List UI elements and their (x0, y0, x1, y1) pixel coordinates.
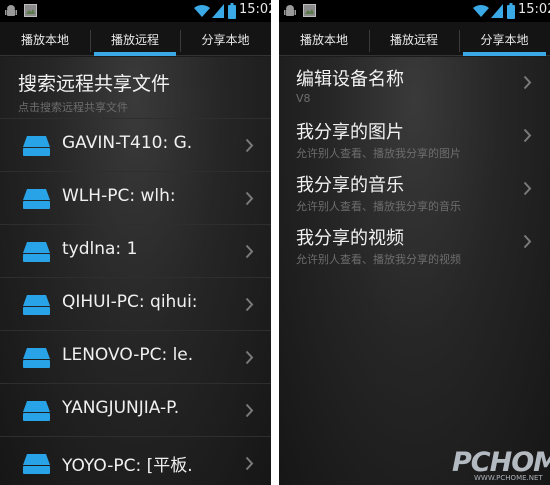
drive-icon (23, 454, 50, 474)
setting-subtitle: 允许别人查看、播放我分享的音乐 (296, 200, 461, 213)
device-label: tydlna: 1 (62, 239, 138, 259)
battery-icon (228, 3, 236, 19)
phone-screen-remote: 15:02 播放本地 播放远程 分享本地 搜索远程共享文件 点击搜索远程共享文件… (0, 0, 271, 485)
setting-title: 我分享的音乐 (296, 175, 404, 196)
drive-icon (23, 348, 50, 368)
device-row[interactable]: WLH-PC: wlh: (0, 173, 271, 225)
tab-share-local[interactable]: 分享本地 (180, 22, 271, 56)
phone-screen-share: 15:02 播放本地 播放远程 分享本地 编辑设备名称 V8 我分享的图片 允许… (279, 0, 550, 485)
device-row[interactable]: tydlna: 1 (0, 226, 271, 278)
chevron-right-icon (523, 181, 532, 196)
drive-icon (23, 136, 50, 156)
tab-bar: 播放本地 播放远程 分享本地 (279, 22, 550, 56)
active-tab-indicator (463, 52, 546, 56)
edit-device-name-row[interactable]: 编辑设备名称 V8 (279, 57, 550, 109)
status-bar: 15:02 (0, 0, 271, 22)
image-notification-icon (24, 4, 37, 17)
chevron-right-icon (245, 403, 254, 418)
shared-pictures-row[interactable]: 我分享的图片 允许别人查看、播放我分享的图片 (279, 110, 550, 162)
device-label: QIHUI-PC: qihui: (62, 292, 198, 312)
device-row[interactable]: YOYO-PC: [平板. (0, 438, 271, 485)
device-label: YANGJUNJIA-P. (62, 398, 180, 418)
status-bar: 15:02 (279, 0, 550, 22)
device-label: LENOVO-PC: le. (62, 345, 194, 365)
device-label: YOYO-PC: [平板. (62, 456, 193, 476)
tab-bar: 播放本地 播放远程 分享本地 (0, 22, 271, 56)
wifi-icon (473, 4, 489, 18)
shared-video-row[interactable]: 我分享的视频 允许别人查看、播放我分享的视频 (279, 216, 550, 268)
signal-icon (212, 4, 224, 18)
drive-icon (23, 189, 50, 209)
device-row[interactable]: YANGJUNJIA-P. (0, 385, 271, 437)
device-list: 搜索远程共享文件 点击搜索远程共享文件 GAVIN-T410: G. WLH-P… (0, 57, 271, 485)
setting-title: 我分享的图片 (296, 122, 404, 143)
device-row[interactable]: GAVIN-T410: G. (0, 120, 271, 172)
battery-icon (507, 3, 515, 19)
page-subtitle: 点击搜索远程共享文件 (18, 101, 128, 114)
chevron-right-icon (523, 75, 532, 90)
device-label: WLH-PC: wlh: (62, 186, 176, 206)
setting-subtitle: V8 (296, 92, 311, 105)
tab-play-remote[interactable]: 播放远程 (90, 22, 180, 56)
setting-subtitle: 允许别人查看、播放我分享的视频 (296, 253, 461, 266)
wifi-icon (194, 4, 210, 18)
drive-icon (23, 242, 50, 262)
shared-music-row[interactable]: 我分享的音乐 允许别人查看、播放我分享的音乐 (279, 163, 550, 215)
image-notification-icon (303, 4, 316, 17)
page-title: 搜索远程共享文件 (18, 73, 171, 95)
setting-title: 我分享的视频 (296, 228, 404, 249)
tab-play-local[interactable]: 播放本地 (279, 22, 369, 56)
chevron-right-icon (245, 456, 254, 471)
drive-icon (23, 401, 50, 421)
tab-play-remote[interactable]: 播放远程 (369, 22, 459, 56)
setting-title: 编辑设备名称 (296, 69, 404, 90)
active-tab-indicator (94, 52, 176, 56)
share-settings-list: 编辑设备名称 V8 我分享的图片 允许别人查看、播放我分享的图片 我分享的音乐 … (279, 57, 550, 485)
tab-play-local[interactable]: 播放本地 (0, 22, 90, 56)
chevron-right-icon (245, 191, 254, 206)
status-time: 15:02 (518, 2, 550, 17)
drive-icon (23, 295, 50, 315)
android-debug-icon (5, 5, 17, 16)
android-debug-icon (284, 5, 296, 16)
status-time: 15:02 (239, 2, 271, 17)
device-row[interactable]: QIHUI-PC: qihui: (0, 279, 271, 331)
search-remote-shares-row[interactable]: 搜索远程共享文件 点击搜索远程共享文件 (0, 57, 271, 119)
chevron-right-icon (523, 234, 532, 249)
tab-share-local[interactable]: 分享本地 (459, 22, 550, 56)
chevron-right-icon (523, 128, 532, 143)
chevron-right-icon (245, 350, 254, 365)
chevron-right-icon (245, 244, 254, 259)
device-row[interactable]: LENOVO-PC: le. (0, 332, 271, 384)
chevron-right-icon (245, 297, 254, 312)
setting-subtitle: 允许别人查看、播放我分享的图片 (296, 147, 461, 160)
chevron-right-icon (245, 138, 254, 153)
device-label: GAVIN-T410: G. (62, 133, 193, 153)
signal-icon (491, 4, 503, 18)
pchome-watermark-url: WWW.PCHOME.NET (474, 474, 543, 482)
